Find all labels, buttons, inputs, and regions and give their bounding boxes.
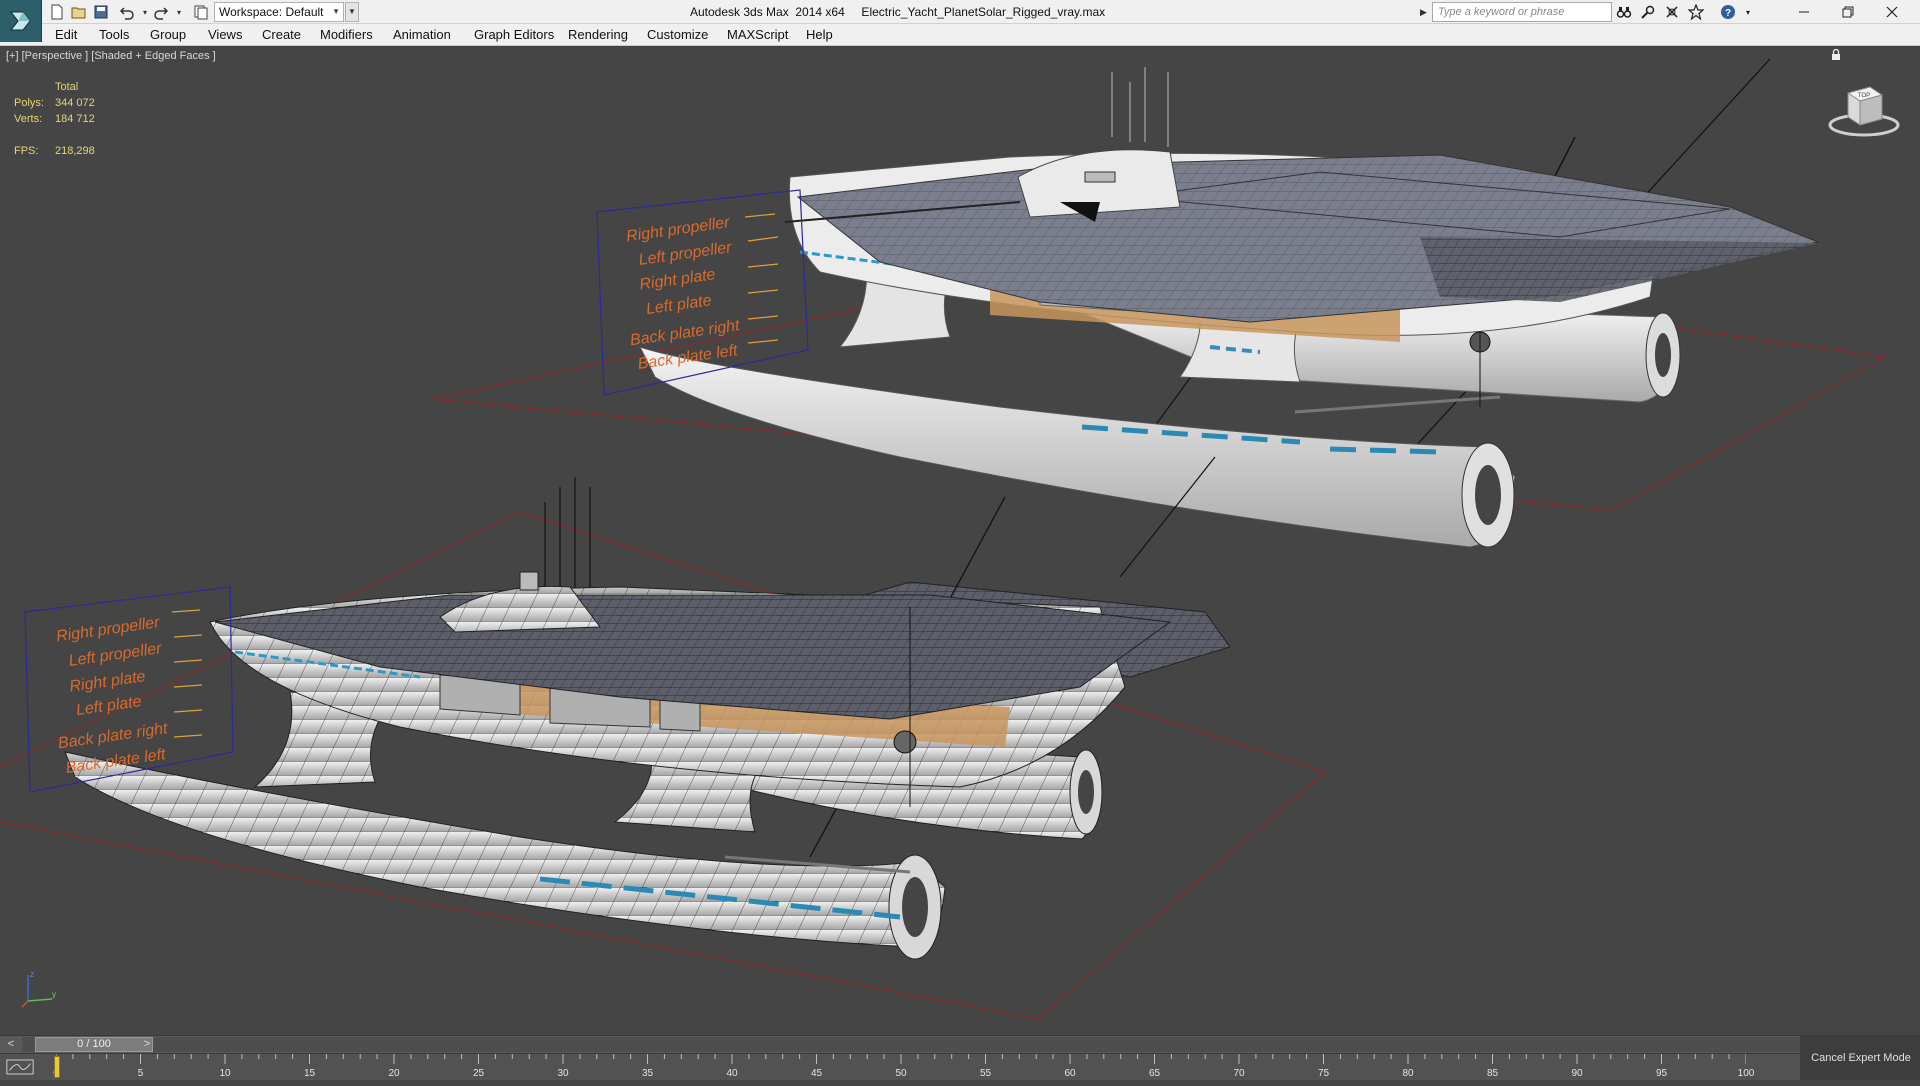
workspace-menu-button[interactable]: ▼ [345, 2, 359, 22]
menu-create[interactable]: Create [262, 24, 301, 46]
ruler-tick-label: 40 [726, 1068, 738, 1079]
save-icon[interactable] [92, 3, 110, 21]
ruler-tick-label: 45 [810, 1068, 823, 1079]
rig-label-left-propeller: Left propeller [638, 239, 734, 269]
svg-text:?: ? [1725, 8, 1731, 19]
time-slider-track-end [160, 1037, 1800, 1052]
open-file-icon[interactable] [70, 3, 88, 21]
yacht-wireframe [64, 456, 1231, 960]
time-slider-thumb[interactable]: 0 / 100 [35, 1037, 153, 1052]
rig-panel-bottom: Right propeller Left propeller Right pla… [24, 586, 234, 793]
time-prev-button[interactable]: < [2, 1036, 20, 1053]
rig-label-right-plate: Right plate [638, 266, 716, 293]
menu-help[interactable]: Help [806, 24, 833, 46]
ruler-tick-label: 20 [388, 1068, 400, 1079]
undo-icon[interactable] [118, 3, 136, 21]
stats-header: Total [55, 81, 79, 93]
app-window: ▾ ▾ Workspace: Default ▼ ▼ Autodesk 3ds … [0, 0, 1920, 1080]
viewport-label[interactable]: [+] [Perspective ] [Shaded + Edged Faces… [6, 50, 216, 62]
menu-graph-editors[interactable]: Graph Editors [474, 24, 554, 46]
menu-bar: Edit Tools Group Views Create Modifiers … [0, 24, 1920, 46]
ruler-tick-label: 65 [1148, 1068, 1161, 1079]
app-logo-button[interactable] [0, 0, 42, 42]
svg-text:y: y [52, 990, 56, 999]
help-icon[interactable]: ? [1718, 3, 1738, 21]
fps-value: 218,298 [55, 145, 95, 157]
binoculars-icon[interactable] [1614, 3, 1634, 21]
menu-edit[interactable]: Edit [55, 24, 77, 46]
ruler-tick-label: 60 [1064, 1068, 1076, 1079]
search-input[interactable]: Type a keyword or phrase [1432, 2, 1612, 22]
ruler-tick-label: 15 [303, 1068, 316, 1079]
ruler-tick-label: 95 [1655, 1068, 1668, 1079]
ruler-tick-label: 100 [1737, 1068, 1755, 1079]
ruler-tick-label: 5 [137, 1068, 144, 1079]
help-dropdown-icon[interactable]: ▾ [1738, 3, 1758, 21]
rig-label-right-plate-2: Right plate [68, 668, 146, 695]
viewcube-label: TOP [1858, 93, 1870, 99]
frame-ruler[interactable]: 0510152025303540455055606570758085909510… [53, 1054, 1754, 1081]
favorites-star-icon[interactable] [1686, 3, 1706, 21]
rig-label-left-propeller-2: Left propeller [68, 640, 164, 670]
ruler-tick-label: 55 [979, 1068, 992, 1079]
rig-label-right-propeller-2: Right propeller [55, 614, 161, 645]
mini-curve-editor-icon[interactable] [4, 1058, 36, 1076]
ruler-tick-label: 90 [1571, 1068, 1583, 1079]
title-bar: ▾ ▾ Workspace: Default ▼ ▼ Autodesk 3ds … [0, 0, 1920, 42]
minimize-icon[interactable] [1782, 0, 1826, 24]
search-expand-icon[interactable]: ▶ [1420, 3, 1430, 21]
ruler-tick-label: 35 [641, 1068, 654, 1079]
menu-maxscript[interactable]: MAXScript [727, 24, 788, 46]
ruler-tick-label: 80 [1402, 1068, 1414, 1079]
ruler-tick-label: 85 [1486, 1068, 1499, 1079]
max-logo-icon [9, 11, 31, 31]
ruler-tick-label: 70 [1233, 1068, 1245, 1079]
polys-label: Polys: [14, 97, 44, 109]
viewcube-icon[interactable]: TOP [1826, 77, 1902, 141]
window-title: Autodesk 3ds Max 2014 x64 Electric_Yacht… [690, 5, 1106, 19]
lock-icon[interactable] [1830, 49, 1842, 61]
cancel-expert-mode-button[interactable]: Cancel Expert Mode [1806, 1048, 1916, 1068]
polys-value: 344 072 [55, 97, 95, 109]
verts-label: Verts: [14, 113, 43, 125]
ruler-tick-label: 30 [557, 1068, 569, 1079]
scene-render: Right propeller Left propeller Right pla… [0, 58, 1887, 1020]
rig-label-left-plate: Left plate [645, 292, 713, 318]
menu-views[interactable]: Views [208, 24, 242, 46]
time-next-button[interactable]: > [138, 1036, 156, 1053]
menu-animation[interactable]: Animation [393, 24, 451, 46]
yacht-shaded [639, 58, 1820, 548]
restore-icon[interactable] [1826, 0, 1870, 24]
rig-label-left-plate-2: Left plate [75, 693, 143, 719]
track-bar[interactable]: 0510152025303540455055606570758085909510… [0, 1053, 1800, 1080]
workspace-selector[interactable]: Workspace: Default ▼ [214, 2, 344, 22]
chevron-down-icon: ▼ [332, 7, 340, 16]
redo-icon[interactable] [152, 3, 170, 21]
key-search-icon[interactable] [1638, 3, 1658, 21]
fps-label: FPS: [14, 145, 39, 157]
ruler-tick-label: 10 [219, 1068, 231, 1079]
exchange-icon[interactable] [1662, 3, 1682, 21]
menu-customize[interactable]: Customize [647, 24, 708, 46]
menu-rendering[interactable]: Rendering [568, 24, 628, 46]
close-icon[interactable] [1870, 0, 1914, 24]
ruler-tick-label: 25 [472, 1068, 485, 1079]
workspace-label: Workspace: Default [219, 5, 324, 19]
new-file-icon[interactable] [48, 3, 66, 21]
axis-tripod-icon: z y [21, 970, 56, 1008]
menu-modifiers[interactable]: Modifiers [320, 24, 373, 46]
perspective-viewport[interactable]: Right propeller Left propeller Right pla… [0, 47, 1920, 1035]
svg-text:z: z [30, 970, 34, 979]
menu-tools[interactable]: Tools [99, 24, 129, 46]
project-folder-icon[interactable] [192, 3, 210, 21]
redo-dropdown-icon[interactable]: ▾ [170, 3, 188, 21]
ruler-tick-label: 50 [895, 1068, 907, 1079]
verts-value: 184 712 [55, 113, 95, 125]
time-slider-bar: < 0 / 100 > [0, 1035, 1920, 1053]
current-frame-marker[interactable] [54, 1056, 60, 1078]
menu-group[interactable]: Group [150, 24, 186, 46]
ruler-tick-label: 75 [1317, 1068, 1330, 1079]
